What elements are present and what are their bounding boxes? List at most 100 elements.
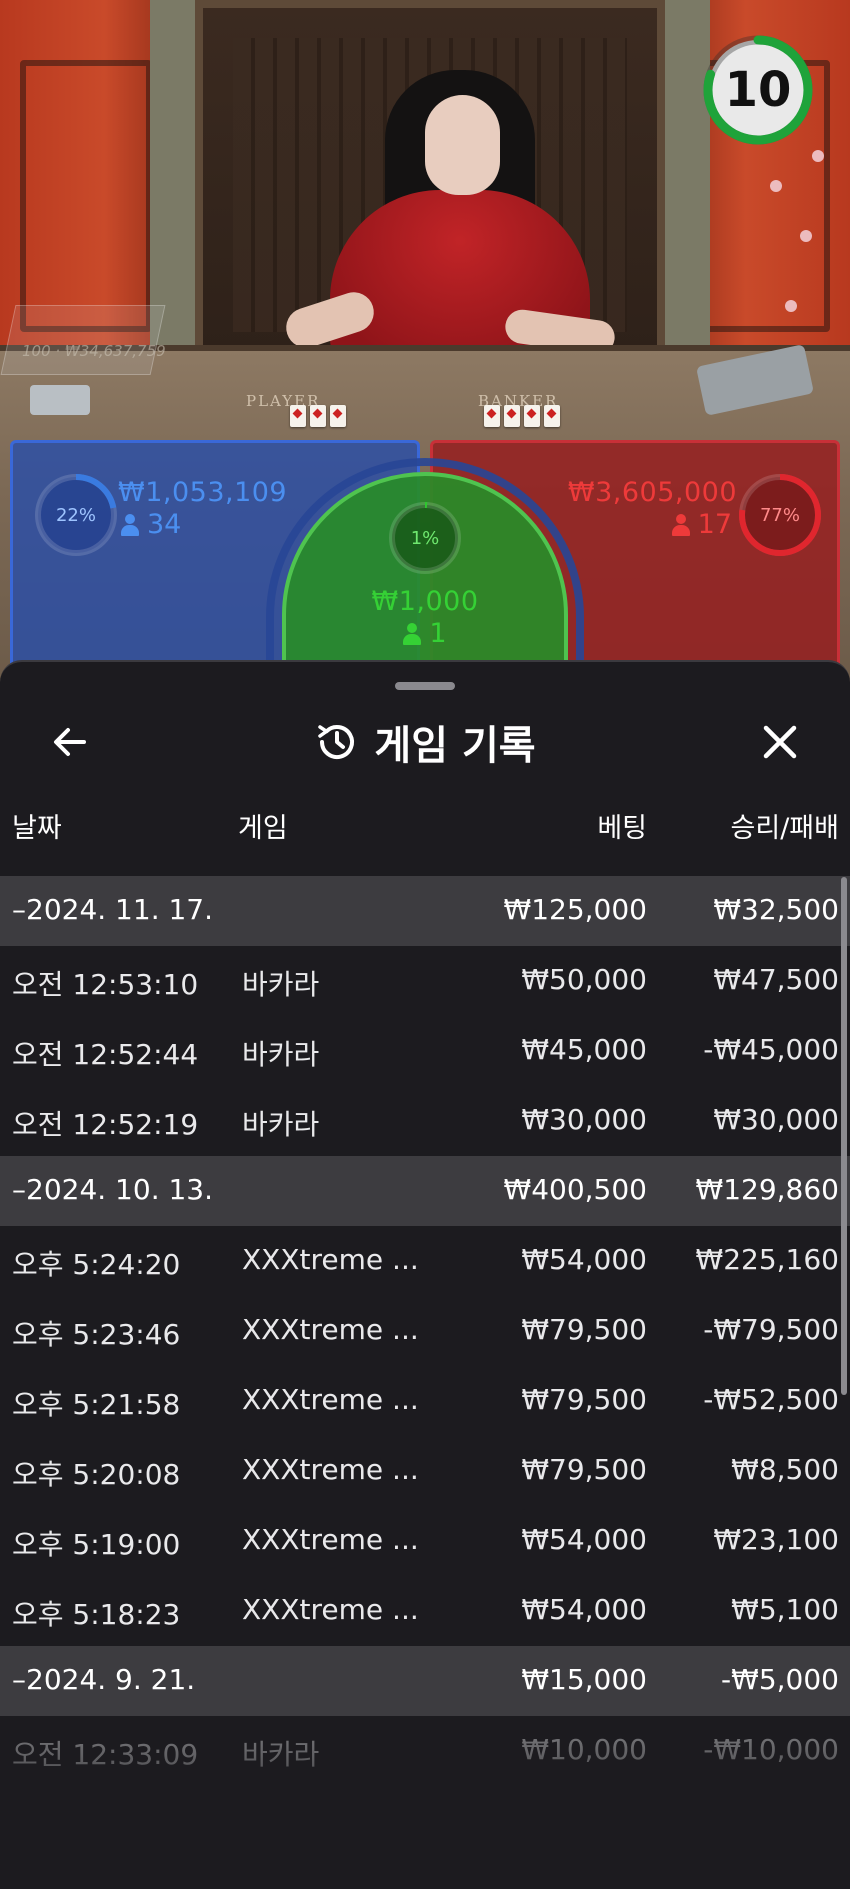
row-game: 바카라: [242, 968, 320, 1001]
row-game: XXXtreme ...: [242, 1593, 419, 1626]
row-bet: ₩30,000: [521, 1103, 647, 1136]
row-bet: ₩79,500: [521, 1453, 647, 1486]
tie-total-amount: ₩1,000: [371, 586, 479, 617]
group-date: –2024. 9. 21.: [12, 1663, 196, 1696]
history-row[interactable]: 오전 12:52:19 바카라 ₩30,000 ₩30,000: [0, 1086, 850, 1156]
date-group-row[interactable]: –2024. 9. 21. ₩15,000 -₩5,000: [0, 1646, 850, 1716]
date-group-row[interactable]: –2024. 11. 17. ₩125,000 ₩32,500: [0, 876, 850, 946]
row-time: 오전 12:52:44: [12, 1038, 199, 1071]
row-result: ₩30,000: [713, 1103, 839, 1136]
group-bet-total: ₩125,000: [503, 893, 647, 926]
row-game: XXXtreme ...: [242, 1383, 419, 1416]
row-time: 오전 12:53:10: [12, 968, 199, 1001]
timer-seconds: 10: [724, 62, 792, 118]
banker-bettor-number: 17: [697, 509, 732, 540]
player-percent-ring: 22%: [31, 470, 121, 560]
row-time: 오후 5:21:58: [12, 1388, 181, 1421]
history-row[interactable]: 오후 5:20:08 XXXtreme ... ₩79,500 ₩8,500: [0, 1436, 850, 1506]
row-time: 오후 5:23:46: [12, 1318, 181, 1351]
history-row[interactable]: 오전 12:33:09 바카라 ₩10,000 -₩10,000: [0, 1716, 850, 1786]
row-bet: ₩10,000: [521, 1733, 647, 1766]
banker-percent: 77%: [759, 504, 800, 526]
history-row[interactable]: 오전 12:53:10 바카라 ₩50,000 ₩47,500: [0, 946, 850, 1016]
row-result: ₩8,500: [731, 1453, 839, 1486]
person-icon: [671, 513, 690, 536]
row-time: 오후 5:19:00: [12, 1528, 181, 1561]
row-bet: ₩45,000: [521, 1033, 647, 1066]
history-row[interactable]: 오후 5:23:46 XXXtreme ... ₩79,500 -₩79,500: [0, 1296, 850, 1366]
column-date: 날짜: [12, 813, 62, 844]
history-scrollbar[interactable]: [841, 877, 847, 1395]
group-result-total: ₩129,860: [695, 1173, 839, 1206]
history-row[interactable]: 오후 5:18:23 XXXtreme ... ₩54,000 ₩5,100: [0, 1576, 850, 1646]
group-result-total: ₩32,500: [713, 893, 839, 926]
tie-bettor-number: 1: [429, 618, 447, 649]
history-clock-icon: [318, 725, 355, 759]
row-result: -₩52,500: [703, 1383, 839, 1416]
history-row[interactable]: 오전 12:52:44 바카라 ₩45,000 -₩45,000: [0, 1016, 850, 1086]
game-history-sheet: 게임 기록 날짜 게임 베팅 승리/패배 –2024. 11. 17. ₩125…: [0, 660, 850, 1889]
row-game: XXXtreme ...: [242, 1313, 419, 1346]
row-result: -₩45,000: [703, 1033, 839, 1066]
group-bet-total: ₩15,000: [521, 1663, 647, 1696]
column-result: 승리/패배: [730, 813, 839, 844]
row-game: XXXtreme ...: [242, 1523, 419, 1556]
close-button[interactable]: [750, 712, 810, 772]
row-time: 오후 5:18:23: [12, 1598, 181, 1631]
player-bettor-count: 34: [121, 509, 181, 540]
row-bet: ₩54,000: [521, 1593, 647, 1626]
countdown-timer: 10: [701, 33, 815, 147]
group-result-total: -₩5,000: [721, 1663, 839, 1696]
row-game: 바카라: [242, 1108, 320, 1141]
row-bet: ₩79,500: [521, 1383, 647, 1416]
row-game: 바카라: [242, 1038, 320, 1071]
tie-bettor-count: 1: [286, 618, 564, 649]
row-bet: ₩54,000: [521, 1523, 647, 1556]
banker-bettor-count: 17: [671, 509, 732, 540]
group-date: –2024. 11. 17.: [12, 893, 214, 926]
date-group-row[interactable]: –2024. 10. 13. ₩400,500 ₩129,860: [0, 1156, 850, 1226]
row-result: ₩47,500: [713, 963, 839, 996]
history-column-headers: 날짜 게임 베팅 승리/패배: [0, 792, 850, 852]
row-game: XXXtreme ...: [242, 1453, 419, 1486]
dealer-face: [425, 95, 500, 195]
tie-percent-ring: 1%: [385, 498, 465, 578]
history-row[interactable]: 오후 5:21:58 XXXtreme ... ₩79,500 -₩52,500: [0, 1366, 850, 1436]
row-time: 오전 12:33:09: [12, 1738, 199, 1771]
row-game: XXXtreme ...: [242, 1243, 419, 1276]
player-total-amount: ₩1,053,109: [118, 477, 288, 508]
person-icon: [121, 513, 139, 536]
blossom-decoration: [812, 150, 824, 162]
tie-percent: 1%: [410, 527, 440, 549]
row-time: 오전 12:52:19: [12, 1108, 199, 1141]
player-percent: 22%: [55, 504, 96, 526]
player-bettor-number: 34: [147, 509, 182, 540]
row-time: 오후 5:24:20: [12, 1248, 181, 1281]
banker-total-amount: ₩3,605,000: [567, 477, 737, 508]
player-card: [310, 405, 326, 427]
row-bet: ₩50,000: [521, 963, 647, 996]
person-icon: [403, 622, 422, 645]
group-bet-total: ₩400,500: [503, 1173, 647, 1206]
sheet-header: 게임 기록: [0, 710, 850, 774]
banker-card: [544, 405, 560, 427]
close-icon: [763, 725, 797, 759]
acrylic-shield: [0, 305, 166, 375]
column-game: 게임: [238, 813, 288, 844]
row-result: ₩23,100: [713, 1523, 839, 1556]
player-card: [290, 405, 306, 427]
blossom-decoration: [785, 300, 797, 312]
column-bet: 베팅: [597, 813, 647, 844]
player-card: [330, 405, 346, 427]
history-row[interactable]: 오후 5:19:00 XXXtreme ... ₩54,000 ₩23,100: [0, 1506, 850, 1576]
row-result: ₩5,100: [731, 1593, 839, 1626]
sheet-drag-handle[interactable]: [395, 682, 455, 690]
group-date: –2024. 10. 13.: [12, 1173, 214, 1206]
blossom-decoration: [800, 230, 812, 242]
history-row[interactable]: 오후 5:24:20 XXXtreme ... ₩54,000 ₩225,160: [0, 1226, 850, 1296]
row-result: -₩79,500: [703, 1313, 839, 1346]
blossom-decoration: [770, 180, 782, 192]
banker-card: [504, 405, 520, 427]
row-bet: ₩54,000: [521, 1243, 647, 1276]
row-result: ₩225,160: [695, 1243, 839, 1276]
